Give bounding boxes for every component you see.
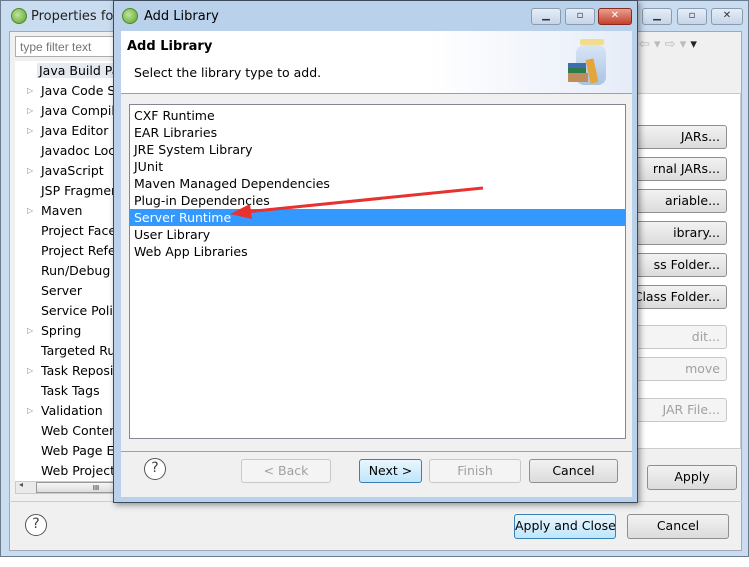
arrow-shaft bbox=[244, 186, 484, 214]
arrow-head bbox=[230, 204, 252, 219]
annotation-arrow bbox=[230, 186, 484, 219]
